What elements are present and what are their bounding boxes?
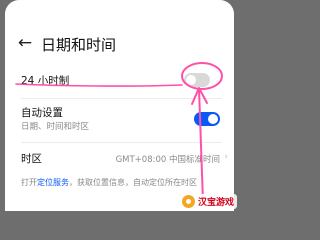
phone-screen: ← 日期和时间 24 小时制 自动设置 日期、时间和时区 时区 GMT+08:0… [5,0,234,211]
divider [21,98,222,99]
timezone-label: 时区 [21,153,42,165]
watermark-text: 汉宝游戏 [197,198,234,208]
auto-set-toggle[interactable] [194,112,220,126]
hour24-row[interactable]: 24 小时制 [5,66,234,96]
footer-suffix: ，获取位置信息，自动定位所在时区 [69,178,197,187]
auto-set-row[interactable]: 自动设置 日期、时间和时区 [5,100,234,140]
footer-note: 打开定位服务，获取位置信息，自动定位所在时区 [21,177,226,189]
timezone-row[interactable]: 时区 GMT+08:00 中国标准时间 › [5,144,234,172]
page-title: 日期和时间 [41,36,117,54]
hour24-toggle[interactable] [184,73,210,87]
location-service-link[interactable]: 定位服务 [37,178,69,187]
divider [21,142,222,143]
toggle-knob [208,114,218,124]
toggle-knob [186,75,196,85]
auto-set-sublabel: 日期、时间和时区 [21,122,90,132]
hour24-label: 24 小时制 [21,75,70,87]
arrow-left-icon[interactable]: ← [15,33,35,53]
page-header: ← 日期和时间 [5,28,234,58]
auto-set-label: 自动设置 [21,107,63,119]
watermark: 汉宝游戏 [178,194,237,209]
chevron-right-icon: › [224,152,228,162]
timezone-value: GMT+08:00 中国标准时间 [115,155,220,165]
watermark-logo-icon [181,195,195,208]
footer-prefix: 打开 [21,178,37,187]
